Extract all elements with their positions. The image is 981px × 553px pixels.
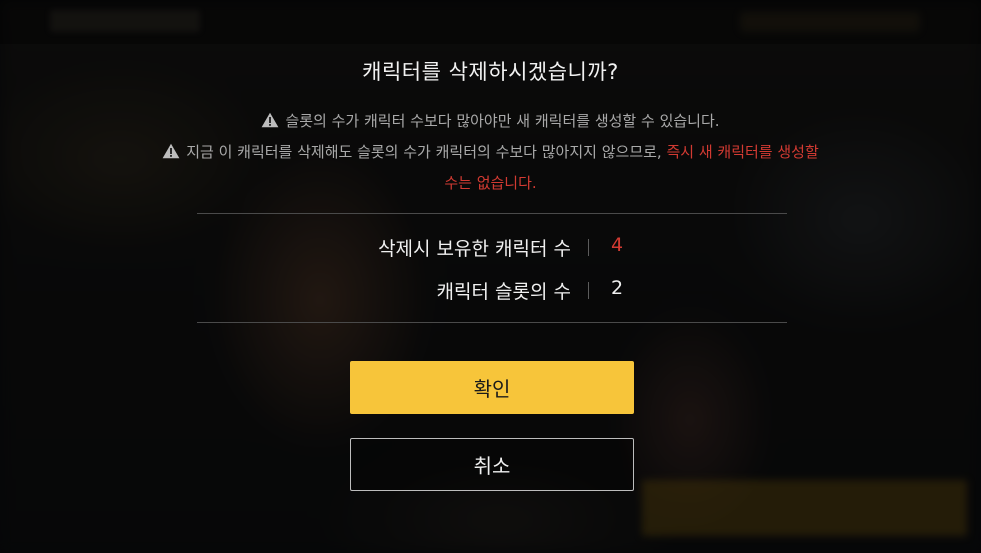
stat-label-slots: 캐릭터 슬롯의 수 [436,281,571,303]
warning-text-2: 지금 이 캐릭터를 삭제해도 슬롯의 수가 캐릭터의 수보다 많아지지 않으므로… [186,143,667,161]
delete-character-dialog: 캐릭터를 삭제하시겠습니까? 슬롯의 수가 캐릭터 수보다 많아야만 새 캐릭터… [0,0,981,553]
divider-top [197,213,787,214]
warning-text-1: 슬롯의 수가 캐릭터 수보다 많아야만 새 캐릭터를 생성할 수 있습니다. [285,112,720,130]
warning-text-2-highlight: 즉시 새 캐릭터를 생성할 [666,143,819,161]
warning-triangle-icon [262,112,279,128]
warning-triangle-icon [162,143,180,159]
warning-text-3-highlight: 수는 없습니다. [444,174,537,192]
confirm-button[interactable]: 확인 [350,361,634,414]
cancel-button-label: 취소 [473,454,511,478]
game-screen: 캐릭터를 삭제하시겠습니까? 슬롯의 수가 캐릭터 수보다 많아야만 새 캐릭터… [0,0,981,553]
warning-line-3: 수는 없습니다. [0,172,981,193]
warning-line-1: 슬롯의 수가 캐릭터 수보다 많아야만 새 캐릭터를 생성할 수 있습니다. [0,110,981,131]
stat-row-slots: 캐릭터 슬롯의 수 2 [197,275,787,305]
stat-value-slots: 2 [611,277,624,299]
stat-row-characters: 삭제시 보유한 캐릭터 수 4 [197,232,787,262]
divider-bottom [197,322,787,323]
stat-separator [588,239,589,256]
stat-separator [588,282,589,299]
warning-line-2: 지금 이 캐릭터를 삭제해도 슬롯의 수가 캐릭터의 수보다 많아지지 않으므로… [0,141,981,162]
cancel-button[interactable]: 취소 [350,438,634,491]
stat-label-characters: 삭제시 보유한 캐릭터 수 [378,238,571,260]
dialog-title: 캐릭터를 삭제하시겠습니까? [362,60,619,84]
confirm-button-label: 확인 [473,377,511,401]
stat-value-characters: 4 [611,234,624,256]
